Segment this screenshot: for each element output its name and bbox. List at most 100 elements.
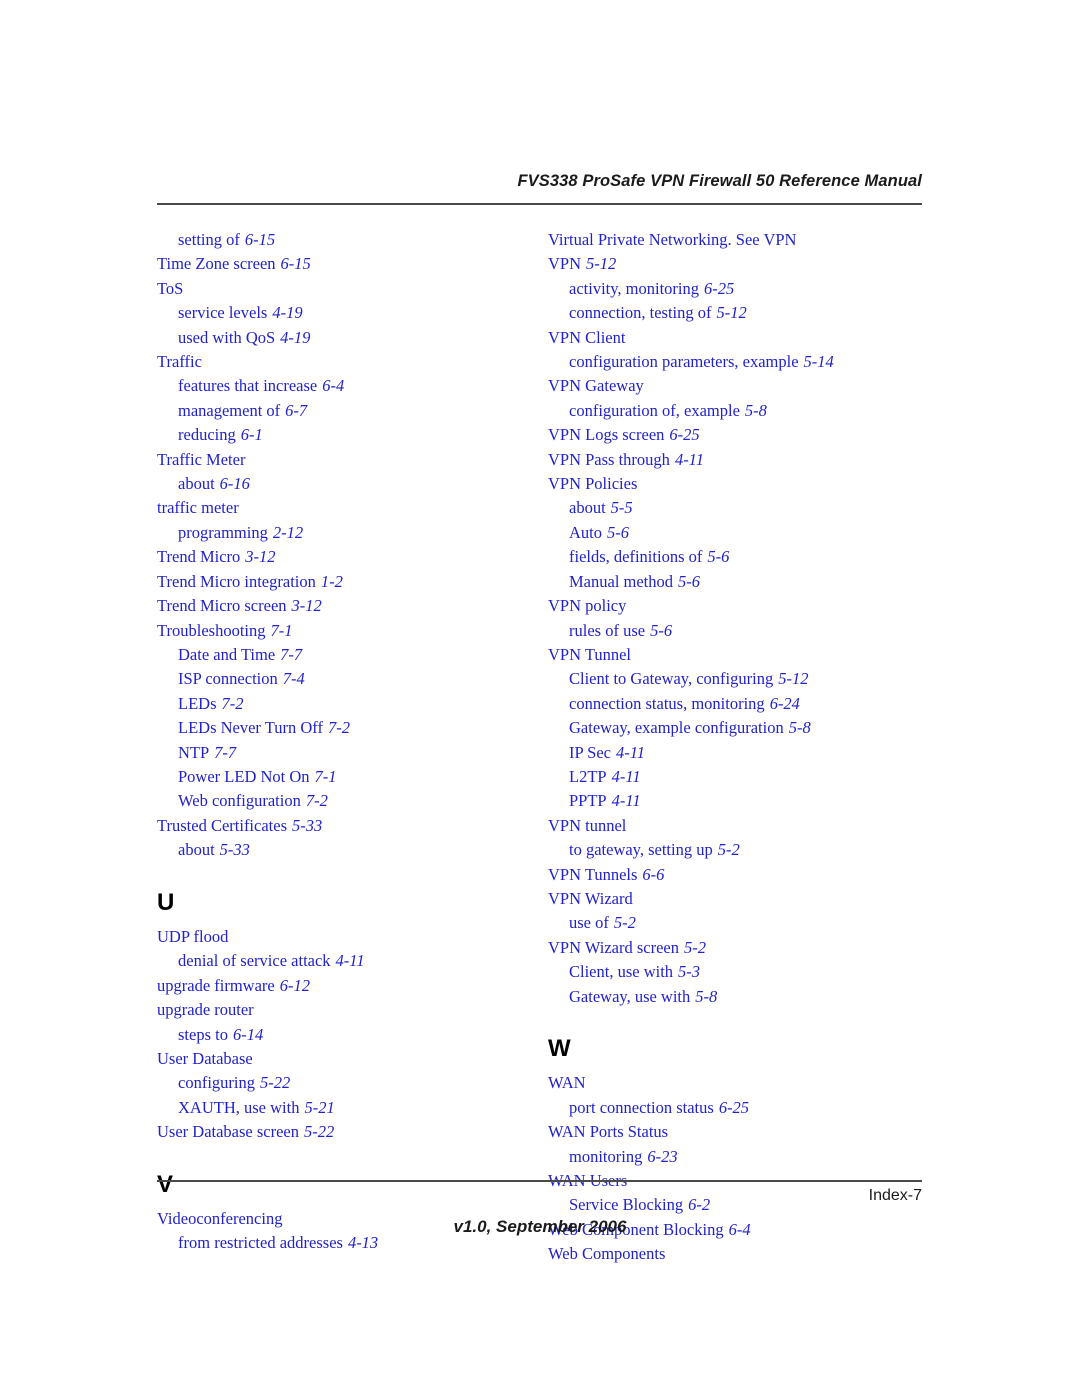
index-entry[interactable]: monitoring 6-23 — [548, 1145, 938, 1169]
index-entry[interactable]: Gateway, example configuration 5-8 — [548, 716, 938, 740]
index-entry[interactable]: Virtual Private Networking. See VPN — [548, 228, 938, 252]
index-entry[interactable]: service levels 4-19 — [157, 301, 547, 325]
index-entry[interactable]: traffic meter — [157, 496, 547, 520]
index-entry[interactable]: programming 2-12 — [157, 521, 547, 545]
index-entry-page-ref[interactable]: 7-2 — [217, 694, 244, 713]
index-entry[interactable]: setting of 6-15 — [157, 228, 547, 252]
index-entry[interactable]: configuration of, example 5-8 — [548, 399, 938, 423]
index-entry-page-ref[interactable]: 5-6 — [645, 621, 672, 640]
index-entry-page-ref[interactable]: 5-8 — [784, 718, 811, 737]
index-entry[interactable]: UDP flood — [157, 925, 547, 949]
index-entry-page-ref[interactable]: 6-16 — [215, 474, 250, 493]
index-entry-page-ref[interactable]: 7-7 — [275, 645, 302, 664]
index-entry-page-ref[interactable]: 5-21 — [299, 1098, 334, 1117]
index-entry-page-ref[interactable]: 5-33 — [215, 840, 250, 859]
index-entry-page-ref[interactable]: 7-2 — [301, 791, 328, 810]
index-entry[interactable]: VPN Pass through 4-11 — [548, 448, 938, 472]
index-entry[interactable]: Power LED Not On 7-1 — [157, 765, 547, 789]
index-entry-page-ref[interactable]: 3-12 — [287, 596, 322, 615]
index-entry-page-ref[interactable]: 6-4 — [317, 376, 344, 395]
index-entry[interactable]: Trend Micro screen 3-12 — [157, 594, 547, 618]
index-entry-page-ref[interactable]: 5-6 — [602, 523, 629, 542]
index-entry-page-ref[interactable]: 4-19 — [267, 303, 302, 322]
index-entry[interactable]: to gateway, setting up 5-2 — [548, 838, 938, 862]
index-entry[interactable]: Client to Gateway, configuring 5-12 — [548, 667, 938, 691]
index-entry[interactable]: LEDs Never Turn Off 7-2 — [157, 716, 547, 740]
index-entry[interactable]: about 5-5 — [548, 496, 938, 520]
index-entry-page-ref[interactable]: 5-22 — [255, 1073, 290, 1092]
index-entry[interactable]: about 6-16 — [157, 472, 547, 496]
index-entry-page-ref[interactable]: 5-6 — [673, 572, 700, 591]
index-entry-page-ref[interactable]: 5-8 — [740, 401, 767, 420]
index-entry[interactable]: rules of use 5-6 — [548, 619, 938, 643]
index-entry[interactable]: Gateway, use with 5-8 — [548, 985, 938, 1009]
index-entry[interactable]: VPN Tunnel — [548, 643, 938, 667]
index-entry[interactable]: Manual method 5-6 — [548, 570, 938, 594]
index-entry[interactable]: WAN — [548, 1071, 938, 1095]
index-entry-page-ref[interactable]: 6-15 — [240, 230, 275, 249]
index-entry[interactable]: VPN Logs screen 6-25 — [548, 423, 938, 447]
index-entry[interactable]: used with QoS 4-19 — [157, 326, 547, 350]
index-entry[interactable]: User Database — [157, 1047, 547, 1071]
index-entry-page-ref[interactable]: 5-2 — [713, 840, 740, 859]
index-entry[interactable]: VPN Wizard — [548, 887, 938, 911]
index-entry-page-ref[interactable]: 5-12 — [773, 669, 808, 688]
index-entry-page-ref[interactable]: 6-7 — [280, 401, 307, 420]
index-entry[interactable]: LEDs 7-2 — [157, 692, 547, 716]
index-entry[interactable]: Traffic — [157, 350, 547, 374]
index-entry[interactable]: about 5-33 — [157, 838, 547, 862]
index-entry[interactable]: Client, use with 5-3 — [548, 960, 938, 984]
index-entry-page-ref[interactable]: 5-2 — [609, 913, 636, 932]
index-entry[interactable]: reducing 6-1 — [157, 423, 547, 447]
index-entry-page-ref[interactable]: 6-25 — [699, 279, 734, 298]
index-entry[interactable]: ToS — [157, 277, 547, 301]
index-entry[interactable]: activity, monitoring 6-25 — [548, 277, 938, 301]
index-entry[interactable]: Trend Micro 3-12 — [157, 545, 547, 569]
index-entry[interactable]: use of 5-2 — [548, 911, 938, 935]
index-entry-page-ref[interactable]: 5-6 — [702, 547, 729, 566]
index-entry-page-ref[interactable]: 6-14 — [228, 1025, 263, 1044]
index-entry[interactable]: NTP 7-7 — [157, 741, 547, 765]
index-entry-page-ref[interactable]: 5-5 — [606, 498, 633, 517]
index-entry-page-ref[interactable]: 7-7 — [209, 743, 236, 762]
index-entry[interactable]: VPN Policies — [548, 472, 938, 496]
index-entry[interactable]: PPTP 4-11 — [548, 789, 938, 813]
index-entry[interactable]: Traffic Meter — [157, 448, 547, 472]
index-entry-page-ref[interactable]: 5-2 — [679, 938, 706, 957]
index-entry[interactable]: VPN Gateway — [548, 374, 938, 398]
index-entry-page-ref[interactable]: 7-4 — [278, 669, 305, 688]
index-entry[interactable]: User Database screen 5-22 — [157, 1120, 547, 1144]
index-entry-page-ref[interactable]: 4-11 — [670, 450, 704, 469]
index-entry-page-ref[interactable]: 2-12 — [268, 523, 303, 542]
index-entry-page-ref[interactable]: 5-12 — [581, 254, 616, 273]
index-entry[interactable]: Web Components — [548, 1242, 938, 1266]
index-entry[interactable]: Web configuration 7-2 — [157, 789, 547, 813]
index-entry[interactable]: IP Sec 4-11 — [548, 741, 938, 765]
index-entry-page-ref[interactable]: 4-11 — [611, 743, 645, 762]
index-entry-page-ref[interactable]: 6-25 — [714, 1098, 749, 1117]
index-entry-page-ref[interactable]: 5-33 — [287, 816, 322, 835]
index-entry-page-ref[interactable]: 6-15 — [276, 254, 311, 273]
index-entry-page-ref[interactable]: 5-14 — [799, 352, 834, 371]
index-entry-page-ref[interactable]: 1-2 — [316, 572, 343, 591]
index-entry-page-ref[interactable]: 5-3 — [673, 962, 700, 981]
index-entry-page-ref[interactable]: 7-2 — [323, 718, 350, 737]
index-entry[interactable]: Trend Micro integration 1-2 — [157, 570, 547, 594]
index-entry-page-ref[interactable]: 5-8 — [690, 987, 717, 1006]
index-entry-page-ref[interactable]: 4-19 — [275, 328, 310, 347]
index-entry[interactable]: denial of service attack 4-11 — [157, 949, 547, 973]
index-entry[interactable]: connection status, monitoring 6-24 — [548, 692, 938, 716]
index-entry[interactable]: Trusted Certificates 5-33 — [157, 814, 547, 838]
index-entry-page-ref[interactable]: 7-1 — [310, 767, 337, 786]
index-entry-page-ref[interactable]: 5-12 — [712, 303, 747, 322]
index-entry[interactable]: WAN Ports Status — [548, 1120, 938, 1144]
index-entry[interactable]: configuration parameters, example 5-14 — [548, 350, 938, 374]
index-entry[interactable]: ISP connection 7-4 — [157, 667, 547, 691]
index-entry-page-ref[interactable]: 3-12 — [240, 547, 275, 566]
index-entry-page-ref[interactable]: 4-11 — [331, 951, 365, 970]
index-entry[interactable]: Date and Time 7-7 — [157, 643, 547, 667]
index-entry[interactable]: management of 6-7 — [157, 399, 547, 423]
index-entry[interactable]: fields, definitions of 5-6 — [548, 545, 938, 569]
index-entry[interactable]: VPN Tunnels 6-6 — [548, 863, 938, 887]
index-entry[interactable]: Auto 5-6 — [548, 521, 938, 545]
